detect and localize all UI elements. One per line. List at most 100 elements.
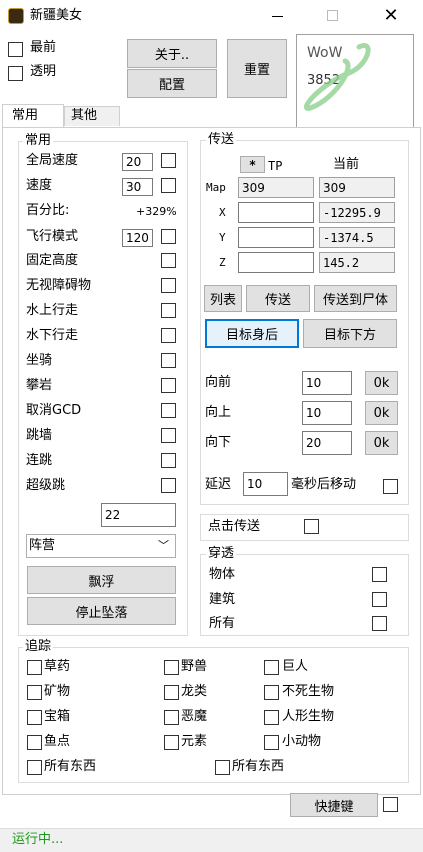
track-undead-checkbox[interactable] — [264, 685, 279, 700]
fly-mode-label: 飞行模式 — [26, 229, 79, 244]
title-bar: 新疆美女 ✕ — [0, 0, 423, 32]
down-label: 向下 — [205, 435, 232, 450]
config-button[interactable]: 配置 — [127, 69, 217, 98]
up-label: 向上 — [205, 405, 232, 420]
forward-ok-button[interactable]: 0k — [365, 371, 398, 395]
penetrate-all-checkbox[interactable] — [372, 616, 387, 631]
current-column-label: 当前 — [333, 157, 360, 172]
transparent-checkbox[interactable] — [8, 66, 23, 81]
track-elemental-label: 元素 — [181, 734, 208, 749]
minimize-icon[interactable] — [272, 16, 283, 17]
fly-mode-input[interactable]: 120 — [122, 229, 153, 247]
track-dragon-checkbox[interactable] — [164, 685, 179, 700]
penetrate-group-title: 穿透 — [206, 546, 237, 562]
underwater-walk-checkbox[interactable] — [161, 328, 176, 343]
track-chest-checkbox[interactable] — [27, 710, 42, 725]
hotkey-checkbox[interactable] — [383, 797, 398, 812]
track-humanoid-checkbox[interactable] — [264, 710, 279, 725]
hotkey-button[interactable]: 快捷键 — [290, 793, 378, 817]
global-speed-input[interactable]: 20 — [122, 153, 153, 171]
stop-fall-button[interactable]: 停止坠落 — [27, 597, 176, 625]
copy-current-button[interactable]: * — [240, 156, 265, 173]
target-behind-button[interactable]: 目标身后 — [205, 319, 299, 348]
about-button[interactable]: 关于.. — [127, 39, 217, 68]
cancel-gcd-label: 取消GCD — [26, 403, 82, 418]
y-tp-input[interactable] — [238, 227, 314, 248]
penetrate-object-label: 物体 — [209, 567, 236, 582]
faction-select-value: 阵营 — [29, 538, 56, 553]
track-critter-label: 小动物 — [282, 734, 322, 749]
super-jump-checkbox[interactable] — [161, 478, 176, 493]
tab-other-label: 其他 — [71, 108, 98, 123]
super-jump-input[interactable]: 22 — [101, 503, 176, 527]
ignore-obstacles-checkbox[interactable] — [161, 278, 176, 293]
track-fishing-checkbox[interactable] — [27, 735, 42, 750]
list-button[interactable]: 列表 — [204, 285, 242, 312]
click-teleport-checkbox[interactable] — [304, 519, 319, 534]
z-tp-input[interactable] — [238, 252, 314, 273]
wow-process-panel[interactable]: WoW 3852 — [296, 34, 414, 130]
track-herb-checkbox[interactable] — [27, 660, 42, 675]
teleport-to-corpse-button[interactable]: 传送到尸体 — [314, 285, 397, 312]
penetrate-building-label: 建筑 — [209, 592, 236, 607]
track-demon-label: 恶魔 — [181, 709, 208, 724]
down-input[interactable]: 20 — [302, 431, 352, 455]
cancel-gcd-checkbox[interactable] — [161, 403, 176, 418]
up-input[interactable]: 10 — [302, 401, 352, 425]
track-demon-checkbox[interactable] — [164, 710, 179, 725]
close-icon[interactable]: ✕ — [382, 7, 400, 25]
z-label: Z — [219, 256, 226, 269]
mount-checkbox[interactable] — [161, 353, 176, 368]
track-all-left-checkbox[interactable] — [27, 760, 42, 775]
fly-mode-checkbox[interactable] — [161, 229, 176, 244]
track-all-right-label: 所有东西 — [232, 759, 285, 774]
track-beast-checkbox[interactable] — [164, 660, 179, 675]
window-title: 新疆美女 — [30, 8, 83, 23]
tab-common-label: 常用 — [12, 108, 39, 123]
topmost-checkbox[interactable] — [8, 42, 23, 57]
track-mineral-checkbox[interactable] — [27, 685, 42, 700]
track-group-title: 追踪 — [23, 639, 54, 655]
map-current-value: 309 — [319, 177, 395, 198]
tp-column-label: TP — [268, 159, 283, 173]
forward-input[interactable]: 10 — [302, 371, 352, 395]
track-all-left-label: 所有东西 — [44, 759, 97, 774]
delay-move-checkbox[interactable] — [383, 479, 398, 494]
x-label: X — [219, 206, 226, 219]
climb-checkbox[interactable] — [161, 378, 176, 393]
target-below-button[interactable]: 目标下方 — [303, 319, 397, 348]
delay-label: 延迟 — [205, 477, 232, 492]
transparent-label: 透明 — [30, 64, 57, 79]
reset-button[interactable]: 重置 — [227, 39, 287, 98]
speed-checkbox[interactable] — [161, 178, 176, 193]
track-elemental-checkbox[interactable] — [164, 735, 179, 750]
teleport-button[interactable]: 传送 — [246, 285, 310, 312]
faction-select[interactable]: 阵营 ﹀ — [26, 534, 176, 558]
up-ok-button[interactable]: 0k — [365, 401, 398, 425]
track-giant-checkbox[interactable] — [264, 660, 279, 675]
x-tp-input[interactable] — [238, 202, 314, 223]
track-critter-checkbox[interactable] — [264, 735, 279, 750]
penetrate-building-checkbox[interactable] — [372, 592, 387, 607]
maximize-icon[interactable] — [327, 10, 338, 21]
multi-jump-checkbox[interactable] — [161, 453, 176, 468]
penetrate-object-checkbox[interactable] — [372, 567, 387, 582]
delay-input[interactable]: 10 — [243, 472, 288, 496]
tab-other[interactable]: 其他 — [64, 106, 120, 126]
track-beast-label: 野兽 — [181, 659, 208, 674]
float-button[interactable]: 飘浮 — [27, 566, 176, 594]
speed-input[interactable]: 30 — [122, 178, 153, 196]
super-jump-label: 超级跳 — [26, 478, 66, 493]
track-all-right-checkbox[interactable] — [215, 760, 230, 775]
wall-jump-checkbox[interactable] — [161, 428, 176, 443]
map-tp-input[interactable]: 309 — [238, 177, 314, 198]
fixed-height-checkbox[interactable] — [161, 253, 176, 268]
track-dragon-label: 龙类 — [181, 684, 208, 699]
tab-common[interactable]: 常用 — [2, 104, 64, 128]
down-ok-button[interactable]: 0k — [365, 431, 398, 455]
water-walk-checkbox[interactable] — [161, 303, 176, 318]
global-speed-checkbox[interactable] — [161, 153, 176, 168]
track-undead-label: 不死生物 — [282, 684, 335, 699]
fixed-height-label: 固定高度 — [26, 253, 79, 268]
topmost-label: 最前 — [30, 40, 57, 55]
